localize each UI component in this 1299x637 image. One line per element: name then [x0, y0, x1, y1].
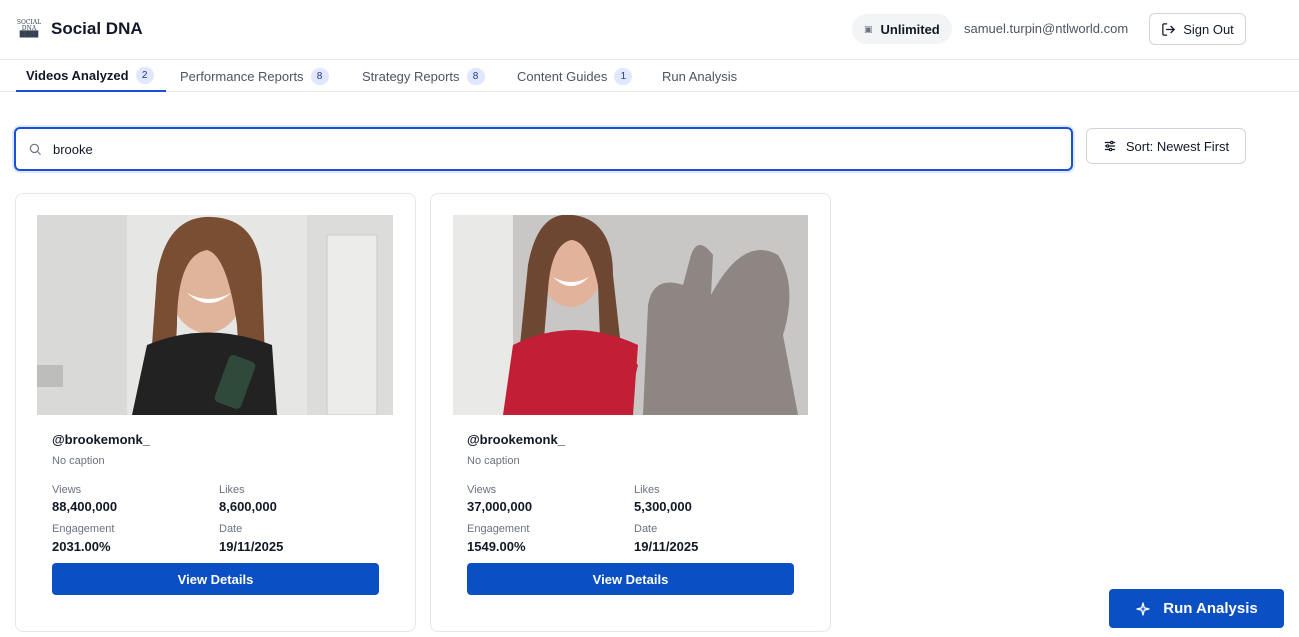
tab-label: Run Analysis — [662, 68, 738, 84]
date-label: Date — [634, 523, 658, 535]
tab-label: Videos Analyzed — [26, 67, 129, 83]
thumbnail-image — [453, 215, 808, 415]
view-details-button[interactable]: View Details — [52, 563, 379, 595]
top-header: SOCIAL DNA ████ Social DNA ▣ Unlimited s… — [0, 0, 1299, 60]
tab-run-analysis[interactable]: Run Analysis — [652, 60, 737, 92]
engagement-label: Engagement — [467, 523, 530, 535]
run-analysis-label: Run Analysis — [1163, 600, 1258, 617]
tab-count-badge: 2 — [135, 66, 154, 84]
tab-strategy-reports[interactable]: Strategy Reports 8 — [352, 60, 485, 92]
plan-icon: ▣ — [864, 23, 873, 34]
brand[interactable]: SOCIAL DNA ████ Social DNA — [16, 18, 143, 40]
likes-value: 8,600,000 — [219, 499, 277, 514]
tab-performance-reports[interactable]: Performance Reports 8 — [170, 60, 329, 92]
tab-label: Performance Reports — [180, 68, 304, 84]
views-label: Views — [467, 484, 497, 496]
thumbnail-image — [37, 215, 393, 415]
sliders-icon — [1104, 140, 1116, 152]
likes-label: Likes — [634, 484, 660, 496]
views-label: Views — [52, 484, 82, 496]
engagement-value: 1549.00% — [467, 539, 526, 554]
tab-videos-analyzed[interactable]: Videos Analyzed 2 — [16, 60, 166, 92]
search-icon — [29, 143, 41, 155]
tab-count-badge: 1 — [614, 67, 633, 85]
view-details-button[interactable]: View Details — [467, 563, 794, 595]
user-email: samuel.turpin@ntlworld.com — [964, 21, 1129, 36]
date-value: 19/11/2025 — [219, 539, 284, 554]
sign-out-icon — [1162, 22, 1175, 36]
engagement-value: 2031.00% — [52, 539, 111, 554]
plan-badge: ▣ Unlimited — [852, 14, 952, 44]
creator-handle: @brookemonk_ — [467, 432, 565, 447]
views-value: 88,400,000 — [52, 499, 118, 514]
video-thumbnail[interactable] — [37, 215, 393, 415]
tab-count-badge: 8 — [310, 67, 329, 85]
video-caption: No caption — [467, 455, 520, 467]
likes-value: 5,300,000 — [634, 499, 692, 514]
views-value: 37,000,000 — [467, 499, 533, 514]
tab-label: Strategy Reports — [362, 68, 460, 84]
tab-count-badge: 8 — [466, 67, 485, 85]
sign-out-label: Sign Out — [1183, 21, 1234, 37]
run-analysis-button[interactable]: Run Analysis — [1109, 589, 1284, 628]
tab-bar: Videos Analyzed 2 Performance Reports 8 … — [0, 60, 1299, 92]
date-value: 19/11/2025 — [634, 539, 699, 554]
brand-logo-icon: SOCIAL DNA ████ — [16, 19, 42, 38]
brand-title: Social DNA — [51, 19, 143, 38]
video-caption: No caption — [52, 455, 105, 467]
video-card: @brookemonk_ No caption Views 88,400,000… — [15, 193, 416, 632]
search-box[interactable] — [14, 127, 1073, 171]
sparkle-icon — [1136, 601, 1150, 616]
sort-label: Sort: Newest First — [1125, 138, 1230, 154]
video-card: @brookemonk_ No caption Views 37,000,000… — [430, 193, 831, 632]
sign-out-button[interactable]: Sign Out — [1149, 13, 1246, 45]
video-thumbnail[interactable] — [453, 215, 808, 415]
search-input[interactable] — [53, 141, 1033, 157]
plan-label: Unlimited — [880, 21, 940, 37]
tab-content-guides[interactable]: Content Guides 1 — [507, 60, 633, 92]
sort-button[interactable]: Sort: Newest First — [1086, 128, 1246, 164]
engagement-label: Engagement — [52, 523, 115, 535]
likes-label: Likes — [219, 484, 245, 496]
tab-label: Content Guides — [517, 68, 608, 84]
date-label: Date — [219, 523, 243, 535]
creator-handle: @brookemonk_ — [52, 432, 150, 447]
